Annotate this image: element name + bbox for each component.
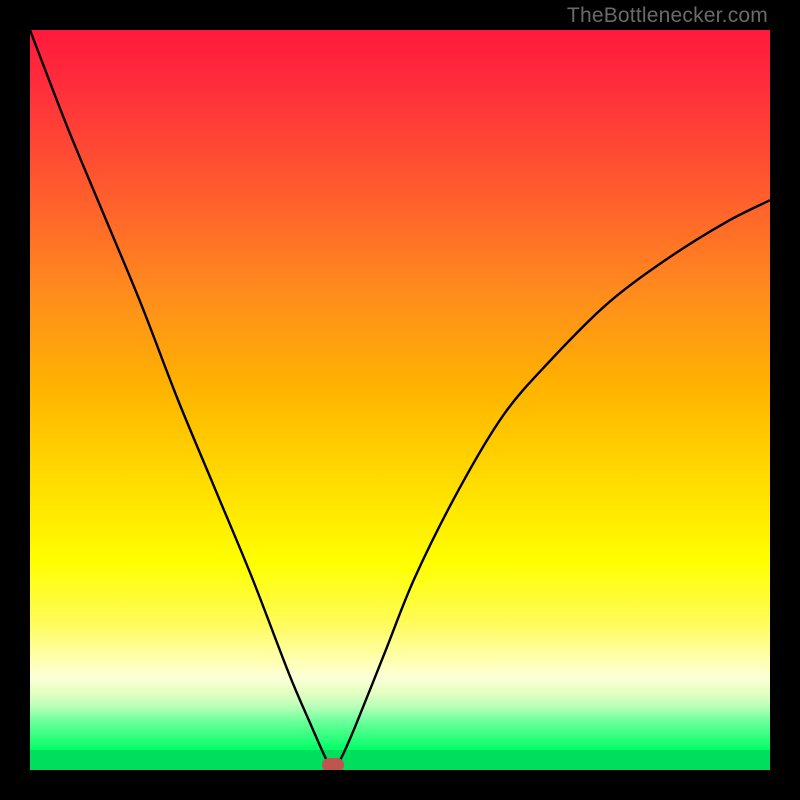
watermark-text: TheBottlenecker.com bbox=[567, 4, 768, 28]
green-baseline-strip bbox=[30, 750, 770, 770]
chart-plot-area bbox=[30, 30, 770, 770]
chart-frame: TheBottlenecker.com bbox=[0, 0, 800, 800]
gradient-background bbox=[30, 30, 770, 750]
min-marker bbox=[322, 758, 344, 770]
